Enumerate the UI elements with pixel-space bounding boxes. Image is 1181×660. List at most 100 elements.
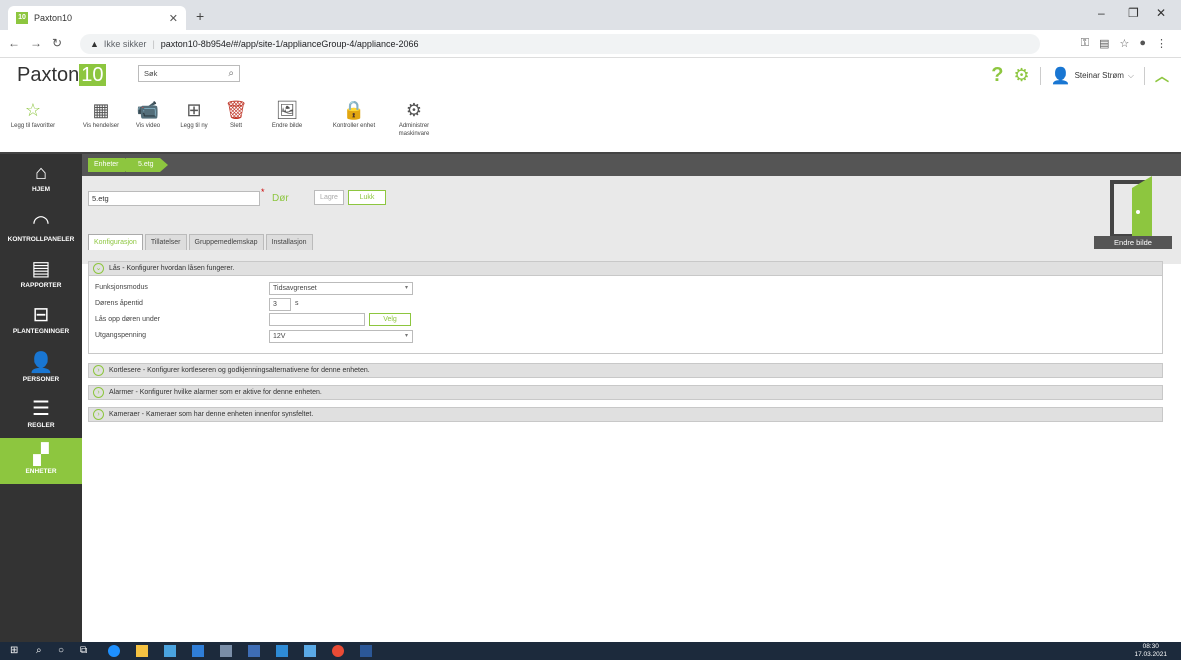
skype-icon[interactable] — [276, 645, 288, 657]
nav-item-floorplans[interactable]: ⊟ PLANTEGNINGER — [0, 298, 82, 344]
toolbar: ☆ Legg til favoritter ▦ Vis hendelser 📹 … — [0, 92, 1181, 154]
tab-configuration[interactable]: Konfigurasjon — [88, 234, 143, 250]
help-icon[interactable]: ? — [991, 64, 1003, 87]
minimize-icon[interactable]: – — [1098, 6, 1105, 20]
dashboard-gauge-icon: ◠ — [32, 212, 50, 234]
insecure-label: Ikke sikker — [103, 39, 147, 49]
task-view-icon[interactable]: ⧉ — [80, 645, 92, 657]
function-mode-select[interactable]: Tidsavgrenset ▾ — [269, 282, 413, 295]
search-placeholder: Søk — [144, 69, 158, 78]
window-close-icon[interactable]: ✕ — [1156, 6, 1166, 20]
word-icon[interactable] — [360, 645, 372, 657]
menu-icon[interactable]: ⋮ — [1156, 37, 1167, 50]
close-tab-icon[interactable]: ✕ — [169, 12, 178, 25]
alarms-panel: › Alarmer - Konfigurer hvilke alarmer so… — [88, 385, 1163, 400]
tab-group-membership[interactable]: Gruppemedlemskap — [188, 234, 264, 250]
nav-item-dashboards[interactable]: ◠ KONTROLLPANELER — [0, 206, 82, 252]
new-tab-button[interactable]: + — [196, 8, 204, 24]
clock-time: 08:30 — [1142, 643, 1159, 650]
output-voltage-select[interactable]: 12V ▾ — [269, 330, 413, 343]
breadcrumb-current[interactable]: 5.etg — [126, 158, 168, 172]
nav-item-people[interactable]: 👤 PERSONER — [0, 346, 82, 392]
taskbar-search-icon[interactable]: ⌕ — [36, 645, 48, 657]
delete-button[interactable]: 🗑 Slett — [222, 98, 250, 130]
save-button[interactable]: Lagre — [314, 190, 344, 205]
header-divider-2 — [1144, 66, 1145, 85]
star-icon[interactable]: ☆ — [1119, 37, 1129, 50]
manage-hardware-button[interactable]: ⚙ Administrer maskinvare — [386, 98, 442, 138]
profile-icon[interactable]: ● — [1139, 37, 1146, 50]
readers-panel-title: Kortlesere - Konfigurer kortleseren og g… — [109, 367, 370, 374]
close-button[interactable]: Lukk — [348, 190, 386, 205]
tab-permissions[interactable]: Tillatelser — [144, 234, 187, 250]
edge-icon[interactable] — [108, 645, 120, 657]
chevron-right-circle-icon: › — [93, 409, 104, 420]
add-new-button[interactable]: ⊞ Legg til ny — [174, 98, 214, 130]
file-explorer-icon[interactable] — [136, 645, 148, 657]
open-time-unit: s — [295, 300, 299, 307]
function-mode-label: Funksjonsmodus — [95, 284, 148, 291]
dropdown-arrow-icon: ▾ — [404, 285, 408, 291]
choose-button[interactable]: Velg — [369, 313, 411, 326]
reload-icon[interactable]: ↻ — [52, 36, 62, 50]
readers-panel-header[interactable]: › Kortlesere - Konfigurer kortleseren og… — [88, 363, 1163, 378]
control-device-button[interactable]: 🔒 Kontroller enhet — [324, 98, 384, 130]
chevron-down-circle-icon: ⌄ — [93, 263, 104, 274]
cameras-panel-header[interactable]: › Kameraer - Kameraer som har denne enhe… — [88, 407, 1163, 422]
alarms-panel-header[interactable]: › Alarmer - Konfigurer hvilke alarmer so… — [88, 385, 1163, 400]
tab-installation[interactable]: Installasjon — [265, 234, 313, 250]
chrome-icon[interactable] — [332, 645, 344, 657]
settings-gear-icon[interactable]: ⚙ — [1014, 65, 1030, 86]
breadcrumb-devices[interactable]: Enheter — [88, 158, 132, 172]
nav-item-rules[interactable]: ☰ REGLER — [0, 392, 82, 438]
back-icon[interactable]: ← — [8, 36, 20, 50]
nav-item-reports[interactable]: ▤ RAPPORTER — [0, 252, 82, 298]
alarms-panel-title: Alarmer - Konfigurer hvilke alarmer som … — [109, 389, 322, 396]
lock-panel-body: Funksjonsmodus Tidsavgrenset ▾ Dørens åp… — [88, 276, 1163, 354]
browser-tabstrip: 10 Paxton10 ✕ + – ❐ ✕ — [0, 0, 1181, 30]
windows-start-icon[interactable]: ⊞ — [10, 645, 22, 657]
paint-icon[interactable] — [220, 645, 232, 657]
teams-icon[interactable] — [248, 645, 260, 657]
nav-item-home[interactable]: ⌂ HJEM — [0, 156, 82, 202]
view-video-button[interactable]: 📹 Vis video — [130, 98, 166, 130]
paxton-logo[interactable]: Paxton 10 — [17, 64, 106, 87]
unlock-during-input[interactable] — [269, 313, 365, 326]
change-image-button[interactable]: 🖼 Endre bilde — [256, 98, 318, 130]
open-time-input[interactable]: 3 — [269, 298, 291, 311]
browser-tab[interactable]: 10 Paxton10 ✕ — [8, 6, 186, 30]
app-icon[interactable] — [304, 645, 316, 657]
cameras-panel-title: Kameraer - Kameraer som har denne enhete… — [109, 411, 314, 418]
nav-item-devices[interactable]: ▞ ENHETER — [0, 438, 82, 484]
warning-icon: ▲ — [90, 39, 99, 49]
add-favorites-button[interactable]: ☆ Legg til favoritter — [4, 98, 62, 130]
cortana-icon[interactable]: ○ — [58, 645, 70, 657]
translate-icon[interactable]: ▤ — [1099, 37, 1109, 50]
nav-label-devices: ENHETER — [25, 468, 57, 475]
lock-panel-header[interactable]: ⌄ Lås - Konfigurer hvordan låsen fungere… — [88, 261, 1163, 276]
events-list-icon: ▦ — [92, 100, 110, 120]
view-events-label: Vis hendelser — [82, 123, 120, 129]
chevron-down-icon: ⌵ — [1127, 70, 1134, 80]
taskbar-clock[interactable]: 08:30 17.03.2021 — [1134, 643, 1167, 659]
user-menu[interactable]: 👤 Steinar Strøm ⌵ — [1051, 66, 1134, 86]
url-field[interactable]: ▲ Ikke sikker | paxton10-8b954e/#/app/si… — [80, 34, 1040, 54]
report-icon: ▤ — [31, 258, 51, 280]
person-icon: 👤 — [28, 352, 54, 374]
device-name-field[interactable]: 5.etg — [88, 191, 260, 206]
function-mode-value: Tidsavgrenset — [273, 285, 317, 292]
store-icon[interactable] — [164, 645, 176, 657]
search-input[interactable]: Søk ⌕ — [138, 65, 240, 82]
dropdown-arrow-icon: ▾ — [404, 333, 408, 339]
change-picture-button[interactable]: Endre bilde — [1094, 236, 1172, 249]
browser-tab-title: Paxton10 — [34, 13, 73, 23]
view-events-button[interactable]: ▦ Vis hendelser — [76, 98, 126, 130]
key-icon[interactable]: ⚿ — [1081, 37, 1089, 50]
forward-icon[interactable]: → — [30, 36, 42, 50]
mail-icon[interactable] — [192, 645, 204, 657]
search-icon[interactable]: ⌕ — [228, 68, 234, 79]
collapse-toolbar-icon[interactable]: ︿ — [1155, 66, 1169, 86]
restore-icon[interactable]: ❐ — [1128, 6, 1139, 20]
required-marker: * — [261, 187, 265, 197]
nav-label-floorplans: PLANTEGNINGER — [12, 328, 70, 335]
